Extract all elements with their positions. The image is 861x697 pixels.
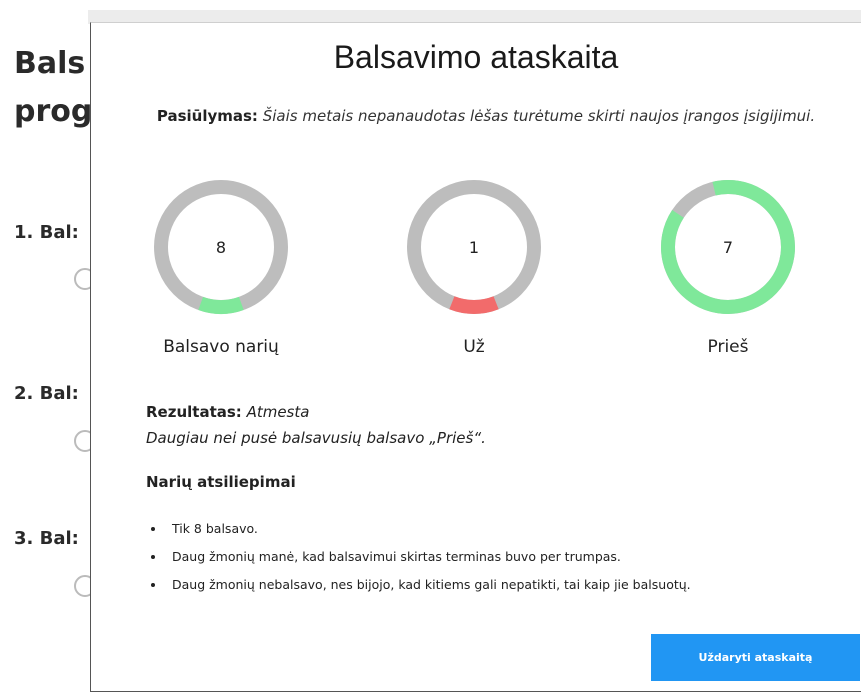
modal-title: Balsavimo ataskaita — [333, 39, 619, 75]
result-value: Atmesta — [246, 403, 310, 421]
stat-caption: Už — [463, 337, 485, 357]
proposal-text: Šiais metais nepanaudotas lėšas turėtume… — [262, 107, 816, 125]
result-label: Rezultatas: — [146, 403, 242, 421]
background-list-item: 3. Bal: — [14, 528, 79, 549]
background-page-title: Bals prog — [14, 46, 93, 129]
result-explanation: Daugiau nei pusė balsavusių balsavo „Pri… — [146, 429, 486, 447]
list-item: Daug žmonių nebalsavo, nes bijojo, kad k… — [166, 571, 691, 599]
list-item: Tik 8 balsavo. — [166, 515, 691, 543]
stat-value: 1 — [469, 238, 479, 257]
proposal: Pasiūlymas: Šiais metais nepanaudotas lė… — [151, 103, 821, 129]
background-list-item: 2. Bal: — [14, 383, 79, 404]
background-list-item: 1. Bal: — [14, 222, 79, 243]
stat-caption: Prieš — [707, 337, 749, 357]
stat-voted: 8 Balsavo narių — [131, 177, 311, 357]
report-modal: Balsavimo ataskaita Pasiūlymas: Šiais me… — [90, 22, 861, 692]
list-item: Daug žmonių manė, kad balsavimui skirtas… — [166, 543, 691, 571]
feedback-list: Tik 8 balsavo. Daug žmonių manė, kad bal… — [146, 515, 691, 599]
close-report-button[interactable]: Uždaryti ataskaitą — [651, 634, 860, 681]
donut-ring-against: 7 — [661, 180, 795, 314]
stat-for: 1 Už — [384, 177, 564, 357]
proposal-label: Pasiūlymas: — [156, 107, 258, 125]
stat-value: 8 — [216, 238, 226, 257]
donut-ring-for: 1 — [407, 180, 541, 314]
donut-ring-voted: 8 — [154, 180, 288, 314]
stat-against: 7 Prieš — [638, 177, 818, 357]
stat-value: 7 — [723, 238, 733, 257]
stat-caption: Balsavo narių — [163, 337, 279, 357]
feedback-heading: Narių atsiliepimai — [146, 473, 296, 491]
result-section: Rezultatas: Atmesta Daugiau nei pusė bal… — [146, 399, 486, 451]
